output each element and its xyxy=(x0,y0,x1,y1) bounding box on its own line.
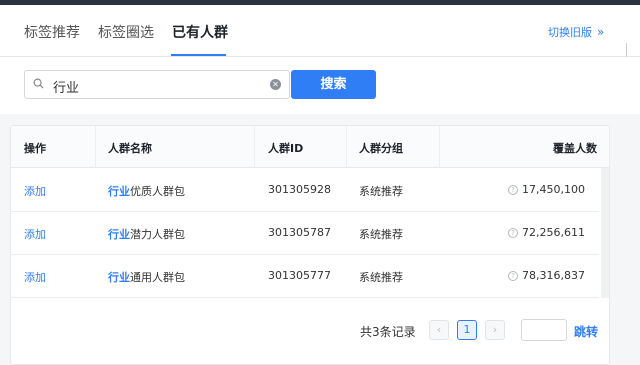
coverage-count: ? 17,450,100 xyxy=(508,183,585,196)
window-edge xyxy=(626,43,634,57)
column-divider xyxy=(95,126,96,168)
active-tab-indicator xyxy=(171,54,226,56)
search-icon xyxy=(33,78,44,89)
vertical-scrollbar[interactable] xyxy=(601,168,609,298)
audience-id: 301305777 xyxy=(268,269,331,282)
column-divider xyxy=(439,126,440,168)
tab-tag-select[interactable]: 标签圈选 xyxy=(98,22,154,42)
add-link[interactable]: 添加 xyxy=(24,226,46,242)
audience-group: 系统推荐 xyxy=(359,271,403,284)
header-audience-group: 人群分组 xyxy=(359,142,403,155)
audience-name: 行业潜力人群包 xyxy=(108,226,185,242)
keyword-highlight: 行业 xyxy=(108,185,130,198)
double-chevron-right-icon: » xyxy=(597,25,605,39)
audience-name-rest: 通用人群包 xyxy=(130,271,185,284)
jump-button[interactable]: 跳转 xyxy=(574,323,598,340)
prev-page-button[interactable]: ‹ xyxy=(429,320,449,340)
keyword-highlight: 行业 xyxy=(108,271,130,284)
coverage-count: ? 72,256,611 xyxy=(508,226,585,239)
coverage-value: 17,450,100 xyxy=(522,183,585,196)
column-divider xyxy=(254,126,255,168)
header-audience-name: 人群名称 xyxy=(108,142,152,155)
search-input[interactable]: 行业 ✕ xyxy=(24,70,290,99)
tab-tag-recommend[interactable]: 标签推荐 xyxy=(24,22,80,42)
search-button[interactable]: 搜索 xyxy=(291,70,376,99)
search-area: 行业 ✕ 搜索 xyxy=(0,57,640,114)
switch-old-version-label: 切换旧版 xyxy=(548,26,592,39)
add-link[interactable]: 添加 xyxy=(24,183,46,199)
table-row: 添加 行业潜力人群包 301305787 系统推荐 ? 72,256,611 xyxy=(11,212,599,255)
add-link[interactable]: 添加 xyxy=(24,269,46,285)
table-header: 操作 人群名称 人群ID 人群分组 覆盖人数 xyxy=(11,126,609,168)
jump-page-input[interactable] xyxy=(521,319,567,341)
header-action: 操作 xyxy=(24,142,46,155)
audience-table-card: 操作 人群名称 人群ID 人群分组 覆盖人数 添加 行业优质人群包 301305… xyxy=(10,125,610,365)
page-1-button[interactable]: 1 xyxy=(457,320,477,340)
audience-group: 系统推荐 xyxy=(359,228,403,241)
pager-total: 共3条记录 xyxy=(360,325,416,339)
column-divider xyxy=(346,126,347,168)
next-page-button[interactable]: › xyxy=(485,320,505,340)
table-row: 添加 行业优质人群包 301305928 系统推荐 ? 17,450,100 xyxy=(11,169,599,212)
header-coverage: 覆盖人数 xyxy=(553,142,597,155)
tab-existing-audience[interactable]: 已有人群 xyxy=(172,22,228,42)
audience-group: 系统推荐 xyxy=(359,185,403,198)
header-audience-id: 人群ID xyxy=(268,142,304,155)
question-icon[interactable]: ? xyxy=(508,185,519,195)
question-icon[interactable]: ? xyxy=(508,228,519,238)
table-row: 添加 行业通用人群包 301305777 系统推荐 ? 78,316,837 xyxy=(11,255,599,298)
keyword-highlight: 行业 xyxy=(108,228,130,241)
switch-old-version-link[interactable]: 切换旧版 » xyxy=(548,24,604,40)
audience-name-rest: 潜力人群包 xyxy=(130,228,185,241)
question-icon[interactable]: ? xyxy=(508,271,519,281)
audience-name: 行业通用人群包 xyxy=(108,269,185,285)
audience-id: 301305928 xyxy=(268,183,331,196)
audience-name: 行业优质人群包 xyxy=(108,183,185,199)
coverage-value: 72,256,611 xyxy=(522,226,585,239)
audience-id: 301305787 xyxy=(268,226,331,239)
audience-name-rest: 优质人群包 xyxy=(130,185,185,198)
search-input-value: 行业 xyxy=(53,81,80,96)
tab-bar: 标签推荐 标签圈选 已有人群 切换旧版 » xyxy=(0,5,640,57)
clear-icon[interactable]: ✕ xyxy=(270,79,281,90)
coverage-count: ? 78,316,837 xyxy=(508,269,585,282)
coverage-value: 78,316,837 xyxy=(522,269,585,282)
